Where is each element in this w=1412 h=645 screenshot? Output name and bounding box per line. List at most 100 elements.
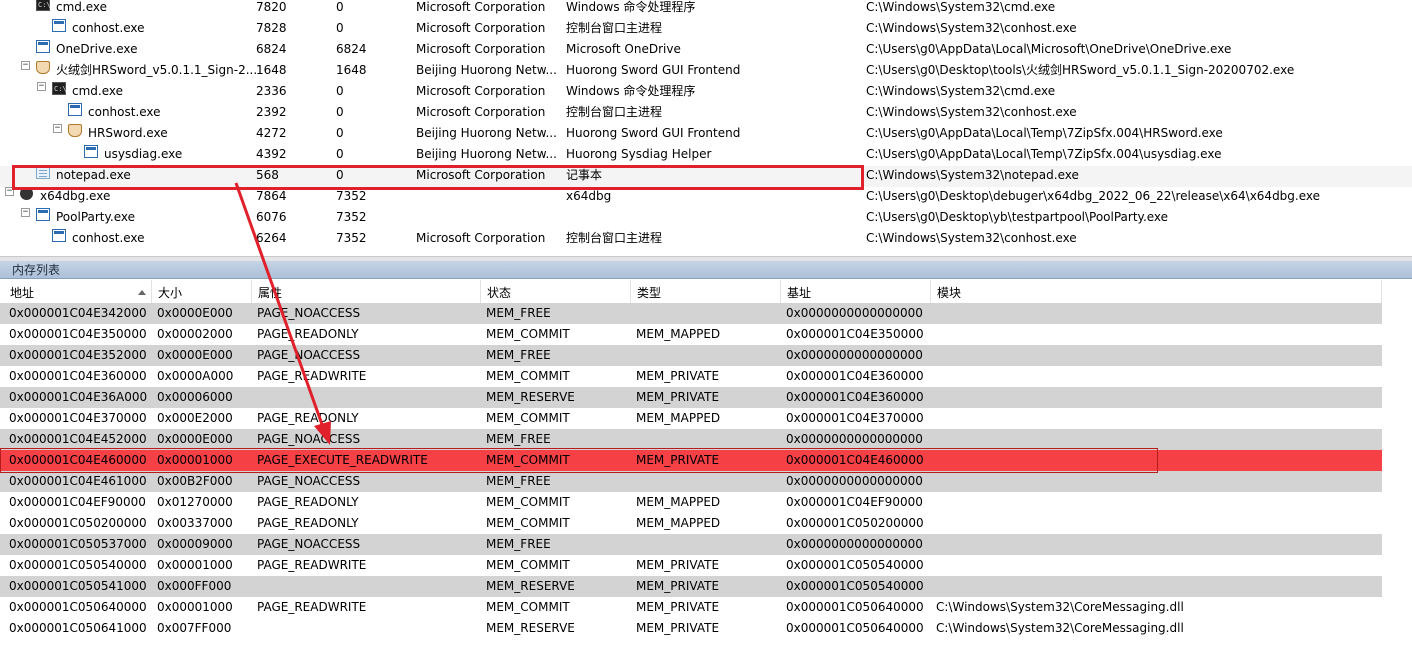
cell-address: 0x000001C04E461000	[9, 474, 147, 488]
cell-state: MEM_FREE	[486, 348, 551, 362]
process-description: 控制台窗口主进程	[566, 231, 663, 245]
cell-protection: PAGE_READONLY	[257, 327, 359, 341]
cell-address: 0x000001C04E370000	[9, 411, 147, 425]
process-row[interactable]: conhost.exe 7828 0 Microsoft Corporation…	[0, 19, 1412, 40]
process-path: C:\Users\g0\AppData\Local\Microsoft\OneD…	[866, 42, 1232, 56]
window-icon	[52, 229, 66, 242]
process-row[interactable]: conhost.exe 6264 7352 Microsoft Corporat…	[0, 229, 1412, 250]
memory-row[interactable]: 0x000001C04E36A000 0x00006000 MEM_RESERV…	[0, 387, 1382, 408]
cell-address: 0x000001C050537000	[9, 537, 147, 551]
cell-address: 0x000001C050640000	[9, 600, 147, 614]
process-row[interactable]: − HRSword.exe 4272 0 Beijing Huorong Net…	[0, 124, 1412, 145]
process-description: 控制台窗口主进程	[566, 105, 663, 119]
process-row[interactable]: − cmd.exe 2336 0 Microsoft Corporation W…	[0, 80, 1412, 103]
process-path: C:\Windows\System32\cmd.exe	[866, 84, 1056, 98]
process-row[interactable]: − PoolParty.exe 6076 7352 C:\Users\g0\De…	[0, 208, 1412, 229]
process-row[interactable]: cmd.exe 7820 0 Microsoft Corporation Win…	[0, 0, 1412, 19]
cell-base: 0x0000000000000000	[786, 306, 923, 320]
process-name: HRSword.exe	[88, 126, 168, 140]
column-header-state[interactable]: 状态	[481, 280, 631, 303]
cell-base: 0x0000000000000000	[786, 348, 923, 362]
cell-base: 0x000001C050640000	[786, 600, 924, 614]
cell-state: MEM_COMMIT	[486, 495, 570, 509]
rwx-region-highlight-box	[0, 448, 1158, 473]
process-ppid: 7352	[336, 210, 367, 224]
process-path: C:\Users\g0\Desktop\yb\testpartpool\Pool…	[866, 210, 1169, 224]
memory-row[interactable]: 0x000001C050540000 0x00001000 PAGE_READW…	[0, 555, 1382, 576]
process-name: usysdiag.exe	[104, 147, 183, 161]
sort-ascending-icon	[138, 290, 146, 295]
memory-row[interactable]: 0x000001C050541000 0x000FF000 MEM_RESERV…	[0, 576, 1382, 597]
cell-size: 0x0000E000	[157, 306, 233, 320]
process-pid: 2336	[256, 84, 287, 98]
process-description: Huorong Sword GUI Frontend	[566, 63, 741, 77]
cell-state: MEM_COMMIT	[486, 411, 570, 425]
cell-module: C:\Windows\System32\CoreMessaging.dll	[936, 600, 1184, 614]
process-pid: 7828	[256, 21, 287, 35]
process-ppid: 1648	[336, 63, 367, 77]
collapse-toggle-icon[interactable]: −	[21, 208, 30, 217]
cell-size: 0x00B2F000	[157, 474, 233, 488]
column-header-address[interactable]: 地址	[4, 280, 152, 303]
memory-row[interactable]: 0x000001C04E370000 0x000E2000 PAGE_READO…	[0, 408, 1382, 429]
memory-row[interactable]: 0x000001C04E461000 0x00B2F000 PAGE_NOACC…	[0, 471, 1382, 492]
window-icon	[52, 19, 66, 32]
process-name: conhost.exe	[72, 231, 145, 245]
process-ppid: 0	[336, 126, 344, 140]
cell-state: MEM_FREE	[486, 537, 551, 551]
column-header-base[interactable]: 基址	[781, 280, 931, 303]
memory-row[interactable]: 0x000001C050640000 0x00001000 PAGE_READW…	[0, 597, 1382, 618]
cell-protection: PAGE_READONLY	[257, 516, 359, 530]
memory-row[interactable]: 0x000001C050641000 0x007FF000 MEM_RESERV…	[0, 618, 1382, 639]
process-company: Microsoft Corporation	[416, 105, 546, 119]
process-path: C:\Users\g0\Desktop\debuger\x64dbg_2022_…	[866, 189, 1321, 203]
cell-state: MEM_COMMIT	[486, 369, 570, 383]
cell-protection: PAGE_READWRITE	[257, 558, 367, 572]
cell-address: 0x000001C050641000	[9, 621, 147, 635]
process-ppid: 0	[336, 147, 344, 161]
memory-list-header: 地址 大小 属性 状态 类型 基址 模块	[0, 280, 1382, 304]
memory-row[interactable]: 0x000001C04E452000 0x0000E000 PAGE_NOACC…	[0, 429, 1382, 450]
collapse-toggle-icon[interactable]: −	[21, 61, 30, 70]
cell-base: 0x000001C04E360000	[786, 369, 924, 383]
memory-row[interactable]: 0x000001C050200000 0x00337000 PAGE_READO…	[0, 513, 1382, 534]
cell-size: 0x00337000	[157, 516, 233, 530]
window-icon	[68, 103, 82, 116]
process-row[interactable]: OneDrive.exe 6824 6824 Microsoft Corpora…	[0, 40, 1412, 61]
process-row[interactable]: − x64dbg.exe 7864 7352 x64dbg C:\Users\g…	[0, 187, 1412, 208]
shield-icon	[68, 124, 82, 137]
process-name: cmd.exe	[72, 84, 124, 98]
column-header-module[interactable]: 模块	[931, 280, 1382, 303]
memory-row[interactable]: 0x000001C04E352000 0x0000E000 PAGE_NOACC…	[0, 345, 1382, 366]
collapse-toggle-icon[interactable]: −	[37, 82, 46, 91]
cell-state: MEM_RESERVE	[486, 621, 575, 635]
memory-row[interactable]: 0x000001C050537000 0x00009000 PAGE_NOACC…	[0, 534, 1382, 555]
cell-type: MEM_MAPPED	[636, 411, 721, 425]
process-name: OneDrive.exe	[56, 42, 138, 56]
process-ppid: 0	[336, 21, 344, 35]
cell-base: 0x0000000000000000	[786, 474, 923, 488]
cell-type: MEM_MAPPED	[636, 516, 721, 530]
column-header-protection[interactable]: 属性	[252, 280, 481, 303]
process-row[interactable]: − 火绒剑HRSword_v5.0.1.1_Sign-2... 1648 164…	[0, 61, 1412, 82]
process-ppid: 0	[336, 84, 344, 98]
cell-size: 0x00006000	[157, 390, 233, 404]
process-row[interactable]: usysdiag.exe 4392 0 Beijing Huorong Netw…	[0, 145, 1412, 166]
memory-row[interactable]: 0x000001C04E360000 0x0000A000 PAGE_READW…	[0, 366, 1382, 387]
memory-row[interactable]: 0x000001C04E342000 0x0000E000 PAGE_NOACC…	[0, 303, 1382, 324]
column-header-size[interactable]: 大小	[152, 280, 252, 303]
cell-address: 0x000001C04E342000	[9, 306, 147, 320]
collapse-toggle-icon[interactable]: −	[53, 124, 62, 133]
cell-address: 0x000001C04E452000	[9, 432, 147, 446]
memory-row[interactable]: 0x000001C04E350000 0x00002000 PAGE_READO…	[0, 324, 1382, 345]
cell-base: 0x000001C04E360000	[786, 390, 924, 404]
process-pid: 4392	[256, 147, 287, 161]
memory-row[interactable]: 0x000001C04EF90000 0x01270000 PAGE_READO…	[0, 492, 1382, 513]
column-header-type[interactable]: 类型	[631, 280, 781, 303]
cell-protection: PAGE_READONLY	[257, 495, 359, 509]
process-row[interactable]: conhost.exe 2392 0 Microsoft Corporation…	[0, 103, 1412, 124]
cell-size: 0x00001000	[157, 600, 233, 614]
process-company: Beijing Huorong Netw...	[416, 63, 557, 77]
cell-protection: PAGE_READWRITE	[257, 600, 367, 614]
cell-base: 0x000001C04EF90000	[786, 495, 923, 509]
